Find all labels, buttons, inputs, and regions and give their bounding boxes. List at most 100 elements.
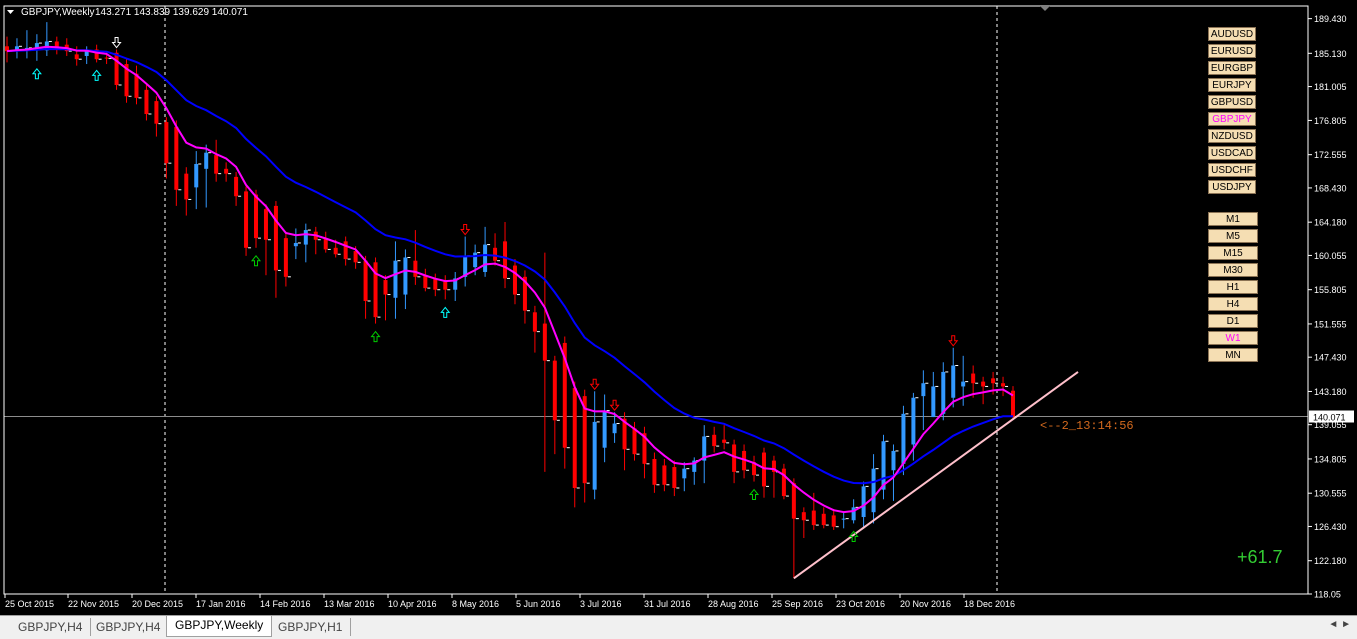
- y-tick-label: 185.130: [1314, 49, 1347, 59]
- candle-body: [712, 434, 717, 447]
- chart-title: GBPJPY,Weekly: [21, 7, 95, 18]
- timeframe-button-h1[interactable]: H1: [1208, 280, 1258, 294]
- y-tick-label: 118.05: [1314, 590, 1341, 600]
- timeframe-button-d1[interactable]: D1: [1208, 314, 1258, 328]
- candle-body: [273, 205, 278, 271]
- timeframe-button-h4[interactable]: H4: [1208, 297, 1258, 311]
- candle-body: [901, 413, 906, 464]
- timeframe-button-mn[interactable]: MN: [1208, 348, 1258, 362]
- timeframe-button-w1[interactable]: W1: [1208, 331, 1258, 345]
- price-chart[interactable]: 189.430 185.130 181.005 176.805 172.555 168.4…: [0, 0, 1357, 615]
- symbol-button-audusd[interactable]: AUDUSD: [1208, 27, 1256, 41]
- y-tick-label: 160.055: [1314, 251, 1347, 261]
- candle-body: [672, 467, 677, 489]
- y-tick-label: 147.430: [1314, 353, 1347, 363]
- x-tick-label: 31 Jul 2016: [644, 599, 691, 609]
- candle-body: [293, 242, 298, 247]
- countdown-label: <--2_13:14:56: [1040, 419, 1134, 433]
- candle-body: [512, 265, 517, 295]
- candle-body: [483, 244, 488, 272]
- candle-body: [383, 280, 388, 295]
- ohlc-readout: 143.271 143.839 139.629 140.071: [95, 7, 248, 18]
- candle-body: [343, 241, 348, 260]
- x-tick-label: 20 Dec 2015: [132, 599, 183, 609]
- candle-body: [443, 281, 448, 290]
- symbol-button-usdjpy[interactable]: USDJPY: [1208, 180, 1256, 194]
- candle-body: [204, 152, 209, 169]
- current-price-label: 140.071: [1313, 413, 1346, 423]
- x-tick-label: 3 Jul 2016: [580, 599, 622, 609]
- chart-tab[interactable]: GBPJPY,H4: [88, 618, 170, 636]
- candle-body: [413, 260, 418, 277]
- candle-body: [612, 423, 617, 434]
- candle-body: [114, 52, 119, 85]
- candle-body: [632, 428, 637, 455]
- candle-body: [254, 194, 259, 239]
- candle-body: [652, 458, 657, 485]
- x-tick-label: 17 Jan 2016: [196, 599, 246, 609]
- candle-body: [363, 260, 368, 302]
- candle-body: [831, 515, 836, 527]
- y-tick-label: 126.430: [1314, 522, 1347, 532]
- chart-tab-bar: GBPJPY,H4 GBPJPY,H4 GBPJPY,Weekly GBPJPY,H1: [0, 615, 1357, 639]
- x-tick-label: 5 Jun 2016: [516, 599, 561, 609]
- tab-scroll-arrows-icon[interactable]: ◄ ►: [1328, 619, 1351, 630]
- chart-tab[interactable]: GBPJPY,Weekly: [166, 616, 273, 637]
- x-tick-label: 25 Sep 2016: [772, 599, 823, 609]
- candle-body: [433, 278, 438, 290]
- candle-body: [791, 483, 796, 519]
- x-tick-label: 20 Nov 2016: [900, 599, 951, 609]
- candle-body: [871, 468, 876, 513]
- symbol-button-usdchf[interactable]: USDCHF: [1208, 163, 1256, 177]
- candle-body: [881, 441, 886, 490]
- candle-body: [961, 381, 966, 387]
- candle-body: [214, 155, 219, 174]
- candle-body: [951, 365, 956, 398]
- candle-body: [263, 209, 268, 240]
- candle-body: [493, 247, 498, 261]
- x-tick-label: 10 Apr 2016: [388, 599, 437, 609]
- candle-body: [781, 468, 786, 497]
- symbol-button-usdcad[interactable]: USDCAD: [1208, 146, 1256, 160]
- candle-body: [602, 410, 607, 448]
- candle-body: [353, 251, 358, 263]
- symbol-button-gbpjpy[interactable]: GBPJPY: [1208, 112, 1256, 126]
- candle-body: [811, 510, 816, 526]
- y-tick-label: 143.180: [1314, 387, 1347, 397]
- timeframe-button-m1[interactable]: M1: [1208, 212, 1258, 226]
- x-tick-label: 18 Dec 2016: [964, 599, 1015, 609]
- timeframe-button-m5[interactable]: M5: [1208, 229, 1258, 243]
- symbol-button-eurusd[interactable]: EURUSD: [1208, 44, 1256, 58]
- candle-body: [174, 126, 179, 190]
- y-tick-label: 168.430: [1314, 183, 1347, 193]
- symbol-button-eurgbp[interactable]: EURGBP: [1208, 61, 1256, 75]
- x-tick-label: 22 Nov 2015: [68, 599, 119, 609]
- candle-body: [104, 57, 109, 59]
- candle-body: [841, 518, 846, 520]
- candle-body: [154, 101, 159, 124]
- candle-body: [542, 323, 547, 361]
- y-tick-label: 130.555: [1314, 489, 1347, 499]
- y-tick-label: 164.180: [1314, 218, 1347, 228]
- timeframe-button-m30[interactable]: M30: [1208, 263, 1258, 277]
- chart-tab[interactable]: GBPJPY,H4: [10, 618, 92, 636]
- timeframe-button-m15[interactable]: M15: [1208, 246, 1258, 260]
- candle-body: [662, 465, 667, 485]
- candle-body: [164, 122, 169, 164]
- candle-body: [682, 468, 687, 479]
- chart-tab[interactable]: GBPJPY,H1: [270, 618, 352, 636]
- y-tick-label: 181.005: [1314, 82, 1347, 92]
- y-tick-label: 176.805: [1314, 116, 1347, 126]
- y-tick-label: 151.555: [1314, 319, 1347, 329]
- symbol-button-nzdusd[interactable]: NZDUSD: [1208, 129, 1256, 143]
- symbol-button-gbpusd[interactable]: GBPUSD: [1208, 95, 1256, 109]
- candle-body: [532, 312, 537, 332]
- symbol-button-eurjpy[interactable]: EURJPY: [1208, 78, 1256, 92]
- x-tick-label: 13 Mar 2016: [324, 599, 375, 609]
- candle-body: [931, 386, 936, 418]
- candle-body: [732, 444, 737, 472]
- candle-body: [941, 371, 946, 414]
- candle-body: [572, 388, 577, 489]
- candle-body: [552, 360, 557, 421]
- x-tick-label: 25 Oct 2015: [5, 599, 54, 609]
